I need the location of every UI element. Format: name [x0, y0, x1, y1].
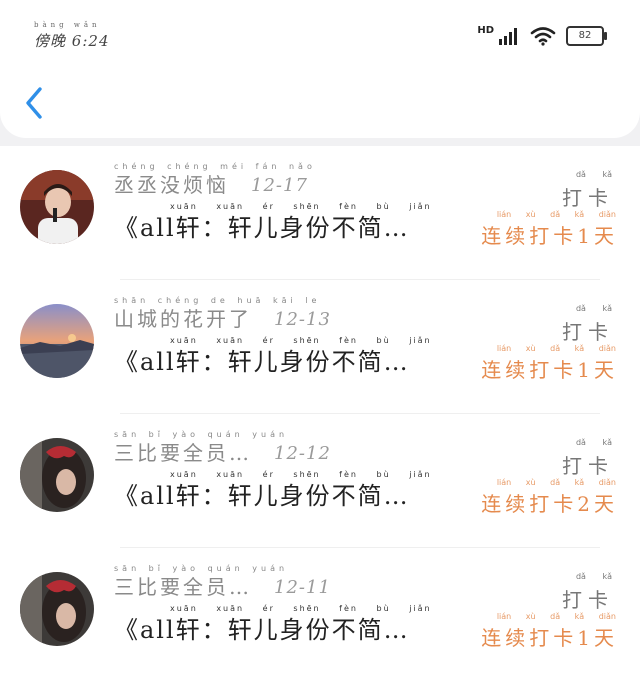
streak-badge: 连续打卡1天: [481, 626, 618, 650]
checkin-pinyin: dǎ kǎ: [575, 438, 612, 447]
signal-icon: [499, 28, 517, 45]
time-prefix-pinyin: bàng wǎn: [34, 21, 101, 29]
streak-pinyin: lián xù dǎ kǎ diǎn: [496, 612, 616, 621]
battery-icon: 82: [566, 26, 607, 46]
avatar[interactable]: [20, 170, 94, 244]
message-preview: 《all轩：轩儿身份不简…: [114, 482, 410, 510]
time-prefix: 傍晚: [34, 32, 67, 50]
user-name: 三比要全员…: [114, 575, 252, 599]
avatar[interactable]: [20, 572, 94, 646]
checkin-label: 打卡: [562, 454, 614, 478]
post-date: 12-13: [274, 309, 331, 330]
list-item[interactable]: sān bǐ yào quán yuán 三比要全员… 12-11 xuān x…: [0, 548, 640, 682]
checkin-pinyin: dǎ kǎ: [575, 170, 612, 179]
list-item[interactable]: sān bǐ yào quán yuán 三比要全员… 12-12 xuān x…: [0, 414, 640, 548]
avatar[interactable]: [20, 438, 94, 512]
streak-badge: 连续打卡1天: [481, 224, 618, 248]
time-value: 6:24: [71, 32, 110, 50]
user-name: 山城的花开了: [114, 307, 252, 331]
user-name: 丞丞没烦恼: [114, 173, 229, 197]
checkin-label: 打卡: [562, 320, 614, 344]
status-icons: HD 82: [477, 25, 607, 46]
message-preview: 《all轩：轩儿身份不简…: [114, 616, 410, 644]
checkin-label: 打卡: [562, 186, 614, 210]
name-line: 三比要全员… 12-12: [114, 430, 331, 466]
message-preview: 《all轩：轩儿身份不简…: [114, 214, 410, 242]
status-time: bàng wǎn 傍晚 6:24: [34, 21, 110, 51]
wifi-icon: [530, 27, 556, 46]
streak-pinyin: lián xù dǎ kǎ diǎn: [496, 210, 616, 219]
user-name: 三比要全员…: [114, 441, 252, 465]
streak-badge: 连续打卡2天: [481, 492, 618, 516]
post-date: 12-17: [251, 175, 308, 196]
checkin-pinyin: dǎ kǎ: [575, 572, 612, 581]
streak-pinyin: lián xù dǎ kǎ diǎn: [496, 478, 616, 487]
streak-pinyin: lián xù dǎ kǎ diǎn: [496, 344, 616, 353]
name-line: 山城的花开了 12-13: [114, 296, 331, 332]
checkin-list: chéng chéng méi fán nǎo 丞丞没烦恼 12-17 xuān…: [0, 146, 640, 690]
message-preview: 《all轩：轩儿身份不简…: [114, 348, 410, 376]
top-bar: bàng wǎn 傍晚 6:24 HD 82: [0, 0, 640, 138]
post-date: 12-12: [274, 443, 331, 464]
streak-badge: 连续打卡1天: [481, 358, 618, 382]
checkin-label: 打卡: [562, 588, 614, 612]
post-date: 12-11: [274, 577, 331, 598]
list-item[interactable]: chéng chéng méi fán nǎo 丞丞没烦恼 12-17 xuān…: [0, 146, 640, 280]
back-chevron-icon[interactable]: [22, 86, 48, 120]
name-line: 丞丞没烦恼 12-17: [114, 162, 308, 198]
list-item[interactable]: shān chéng de huā kāi le 山城的花开了 12-13 xu…: [0, 280, 640, 414]
network-type: HD: [477, 25, 494, 36]
name-line: 三比要全员… 12-11: [114, 564, 331, 600]
checkin-pinyin: dǎ kǎ: [575, 304, 612, 313]
avatar[interactable]: [20, 304, 94, 378]
